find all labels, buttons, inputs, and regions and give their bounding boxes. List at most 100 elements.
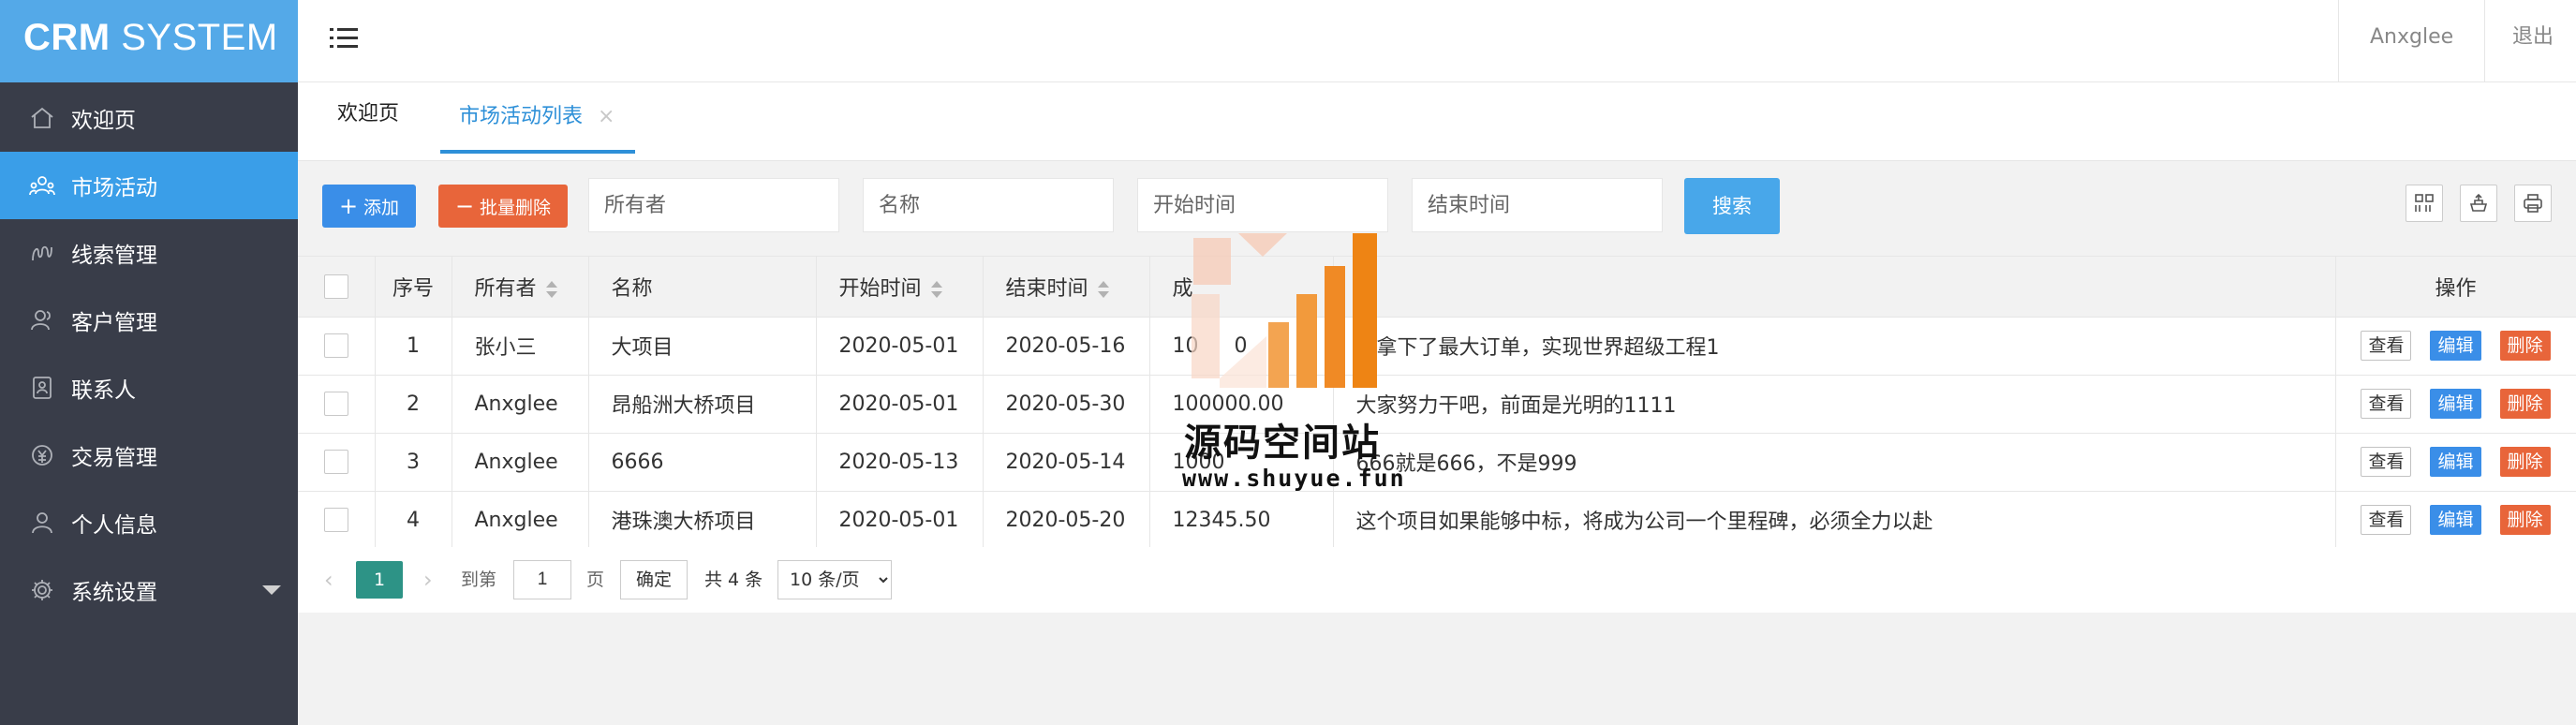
cell-owner: Anxglee	[452, 433, 589, 492]
sidebar-item-profile[interactable]: 个人信息	[0, 489, 298, 556]
main-content: +添加 −批量删除 搜索	[298, 161, 2576, 725]
menu-toggle-icon[interactable]	[330, 24, 360, 52]
cell-name: 6666	[588, 433, 817, 492]
sidebar-item-settings[interactable]: 系统设置	[0, 556, 298, 624]
row-checkbox[interactable]	[323, 450, 348, 474]
delete-button[interactable]: 删除	[2499, 331, 2551, 361]
owner-input[interactable]	[588, 178, 839, 232]
start-time-input[interactable]	[1137, 178, 1388, 232]
row-select	[298, 375, 376, 434]
cell-name: 昂船洲大桥项目	[588, 375, 817, 434]
edit-button[interactable]: 编辑	[2430, 331, 2481, 361]
sort-icon[interactable]	[545, 280, 557, 298]
col-ops: 操作	[2335, 257, 2576, 318]
row-checkbox[interactable]	[323, 508, 348, 532]
table-row: 4 Anxglee 港珠澳大桥项目 2020-05-01 2020-05-20 …	[298, 491, 2576, 550]
sidebar-item-label: 线索管理	[71, 244, 157, 268]
tab-activity-list[interactable]: 市场活动列表 ×	[440, 90, 636, 154]
brand-bold: CRM	[23, 17, 111, 58]
cell-index: 1	[375, 317, 452, 376]
col-owner-label: 所有者	[474, 276, 537, 301]
cell-start: 2020-05-01	[816, 375, 984, 434]
goto-confirm-button[interactable]: 确定	[620, 560, 688, 599]
chevron-down-icon	[262, 585, 281, 595]
edit-button[interactable]: 编辑	[2430, 389, 2481, 419]
current-user[interactable]: Anxglee	[2370, 0, 2453, 75]
row-checkbox[interactable]	[323, 333, 348, 358]
name-input[interactable]	[863, 178, 1114, 232]
col-name: 名称	[588, 257, 817, 318]
col-end-label: 结束时间	[1005, 276, 1088, 301]
total-count: 共 4 条	[704, 570, 763, 590]
page-size-select[interactable]: 10 条/页	[777, 560, 892, 599]
prev-page-icon[interactable]: ‹	[324, 547, 333, 613]
logout-link[interactable]: 退出	[2512, 0, 2554, 75]
minus-icon: −	[454, 193, 475, 219]
cell-owner: Anxglee	[452, 491, 589, 550]
sidebar-item-market-activity[interactable]: 市场活动	[0, 152, 298, 219]
cell-name: 大项目	[588, 317, 817, 376]
end-time-input[interactable]	[1412, 178, 1663, 232]
user-icon	[28, 509, 56, 537]
row-checkbox[interactable]	[323, 392, 348, 416]
sidebar-item-label: 联系人	[71, 378, 136, 403]
sidebar-item-contact[interactable]: 联系人	[0, 354, 298, 422]
col-end[interactable]: 结束时间	[983, 257, 1150, 318]
cell-index: 4	[375, 491, 452, 550]
select-all-header	[298, 257, 376, 318]
view-button[interactable]: 查看	[2361, 331, 2412, 361]
col-start[interactable]: 开始时间	[816, 257, 984, 318]
cell-cost: 12345.50	[1149, 491, 1334, 550]
col-start-label: 开始时间	[838, 276, 922, 301]
next-page-icon[interactable]: ›	[423, 547, 433, 613]
view-button[interactable]: 查看	[2361, 505, 2412, 535]
col-index: 序号	[375, 257, 452, 318]
sort-icon[interactable]	[1097, 280, 1109, 298]
brand-logo: CRM SYSTEM	[0, 0, 298, 82]
cell-index: 3	[375, 433, 452, 492]
view-button[interactable]: 查看	[2361, 447, 2412, 477]
batch-delete-button[interactable]: − 批量删除	[438, 185, 568, 228]
sidebar-item-label: 欢迎页	[71, 109, 136, 133]
cell-end: 2020-05-20	[983, 491, 1150, 550]
goto-page-input[interactable]	[513, 560, 571, 599]
clue-icon	[28, 239, 56, 267]
current-page[interactable]: 1	[356, 561, 403, 599]
table-header-row: 序号 所有者 名称 开始时间 结束时间 成 述 操作	[298, 257, 2576, 318]
print-icon[interactable]	[2514, 185, 2552, 222]
sidebar-item-clue[interactable]: 线索管理	[0, 219, 298, 287]
edit-button[interactable]: 编辑	[2430, 447, 2481, 477]
plus-icon: +	[338, 193, 359, 219]
cell-cost: 10 0	[1149, 317, 1334, 376]
cell-owner: Anxglee	[452, 375, 589, 434]
transaction-icon	[28, 441, 56, 469]
view-button[interactable]: 查看	[2361, 389, 2412, 419]
gear-icon	[28, 576, 56, 604]
add-button[interactable]: + 添加	[322, 185, 416, 228]
edit-button[interactable]: 编辑	[2430, 505, 2481, 535]
sort-icon[interactable]	[930, 280, 942, 298]
contact-icon	[28, 374, 56, 402]
tab-welcome[interactable]: 欢迎页	[337, 82, 399, 161]
col-owner[interactable]: 所有者	[452, 257, 589, 318]
sidebar-item-customer[interactable]: 客户管理	[0, 287, 298, 354]
delete-button[interactable]: 删除	[2499, 505, 2551, 535]
cell-ops: 查看 编辑 删除	[2335, 317, 2576, 376]
sidebar-item-welcome[interactable]: 欢迎页	[0, 84, 298, 152]
activity-panel: +添加 −批量删除 搜索	[298, 161, 2576, 613]
users-group-icon	[28, 171, 56, 200]
export-icon[interactable]	[2460, 185, 2497, 222]
sidebar-item-transaction[interactable]: 交易管理	[0, 422, 298, 489]
watermark-text: 源码空间站	[1184, 422, 1381, 465]
delete-button[interactable]: 删除	[2499, 389, 2551, 419]
close-icon[interactable]: ×	[598, 105, 614, 128]
select-all-checkbox[interactable]	[323, 274, 348, 299]
row-select	[298, 491, 376, 550]
delete-button[interactable]: 删除	[2499, 447, 2551, 477]
page-unit-label: 页	[586, 570, 605, 590]
columns-filter-icon[interactable]	[2406, 185, 2443, 222]
sidebar-item-label: 系统设置	[71, 581, 157, 605]
col-cost: 成	[1149, 257, 1334, 318]
search-button[interactable]: 搜索	[1684, 178, 1780, 234]
tab-label: 市场活动列表	[459, 105, 584, 128]
